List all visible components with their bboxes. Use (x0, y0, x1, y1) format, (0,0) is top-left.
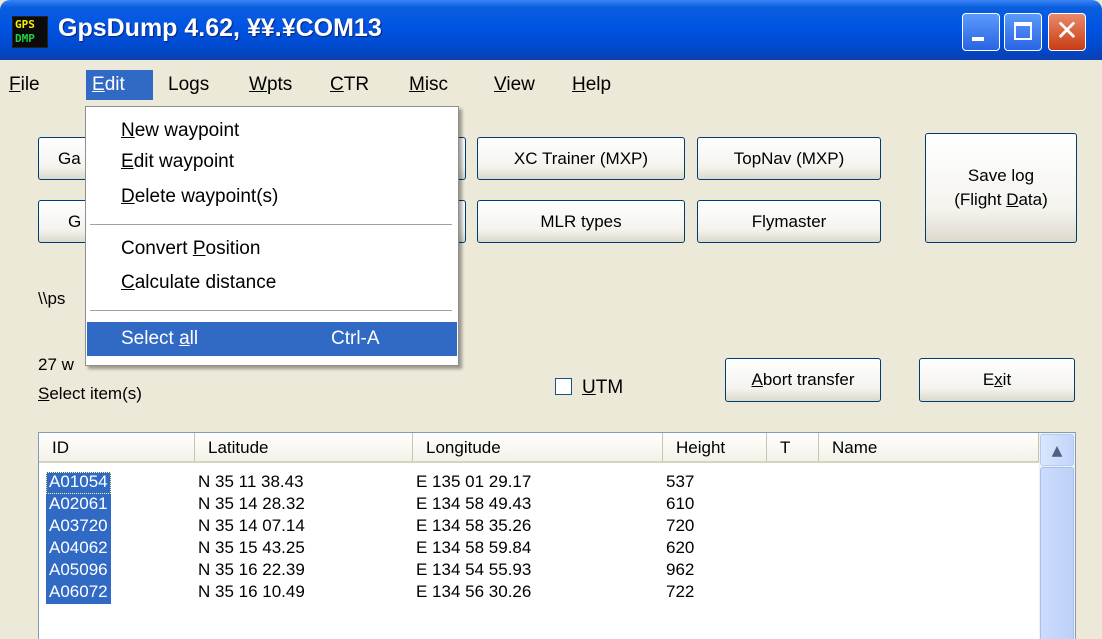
table-row[interactable]: A03720 N 35 14 07.14 E 134 58 35.26 720 (39, 516, 1039, 538)
close-icon: ✕ (1055, 14, 1079, 47)
exit-label: Exit (982, 370, 1012, 389)
exit-button[interactable]: Exit (919, 358, 1075, 402)
device-button-top-left-label: Ga (58, 148, 81, 168)
cell-latitude: N 35 14 07.14 (198, 516, 305, 535)
cell-latitude: N 35 16 10.49 (198, 582, 305, 601)
scroll-up-button[interactable]: ▲ (1040, 434, 1074, 466)
scroll-up-icon: ▲ (1051, 443, 1063, 459)
cell-latitude: N 35 15 43.25 (198, 538, 305, 557)
scrollbar-thumb[interactable] (1040, 467, 1074, 639)
column-header-name[interactable]: Name (819, 433, 1039, 463)
cell-id: A05096 (46, 560, 111, 582)
table-row[interactable]: A01054 N 35 11 38.43 E 135 01 29.17 537 (39, 472, 1039, 494)
cell-longitude: E 134 58 59.84 (416, 538, 532, 557)
save-log-label-line1: Save log (967, 166, 1035, 185)
app-icon-text-top: GPS (15, 18, 35, 31)
title-bar[interactable]: GPS DMP GpsDump 4.62, ¥¥.¥COM13 ✕ (0, 0, 1102, 60)
column-header-t[interactable]: T (767, 433, 819, 463)
cell-id: A02061 (46, 494, 111, 516)
menu-separator (90, 224, 452, 225)
column-header-height[interactable]: Height (663, 433, 767, 463)
cell-id: A01054 (46, 472, 111, 494)
edit-menu-dropdown: New waypoint Edit waypoint Delete waypoi… (85, 106, 459, 366)
cell-height: 962 (666, 560, 695, 579)
column-header-id[interactable]: ID (39, 433, 195, 463)
menu-item-edit-waypoint[interactable]: Edit waypoint (87, 145, 457, 179)
menu-edit[interactable]: Edit (86, 70, 153, 100)
cell-height: 720 (666, 516, 695, 535)
maximize-icon (1014, 22, 1032, 40)
app-icon-text-bottom: DMP (15, 32, 35, 45)
table-row[interactable]: A02061 N 35 14 28.32 E 134 58 49.43 610 (39, 494, 1039, 516)
cell-id: A06072 (46, 582, 111, 604)
waypoint-count-label: 27 w (38, 355, 74, 374)
menu-separator (90, 310, 452, 311)
menu-bar: File Edit Logs Wpts CTR Misc View Help (0, 60, 1102, 107)
select-items-label: Select item(s) (38, 384, 142, 403)
topnav-label: TopNav (MXP) (733, 148, 845, 168)
select-all-shortcut: Ctrl-A (331, 328, 380, 349)
menu-item-calculate-distance[interactable]: Calculate distance (87, 266, 457, 300)
cell-height: 537 (666, 472, 695, 491)
menu-logs[interactable]: Logs (162, 70, 215, 100)
xc-trainer-label: XC Trainer (MXP) (513, 148, 649, 168)
device-button-bottom-left-label: G (68, 211, 82, 231)
minimize-button[interactable] (962, 13, 1000, 51)
table-row[interactable]: A06072 N 35 16 10.49 E 134 56 30.26 722 (39, 582, 1039, 604)
column-header-longitude[interactable]: Longitude (413, 433, 663, 463)
cell-longitude: E 134 58 35.26 (416, 516, 532, 535)
abort-transfer-label: Abort transfer (751, 370, 855, 389)
cell-longitude: E 134 54 55.93 (416, 560, 532, 579)
cell-latitude: N 35 14 28.32 (198, 494, 305, 513)
abort-transfer-button[interactable]: Abort transfer (725, 358, 881, 402)
app-icon[interactable]: GPS DMP (12, 16, 48, 48)
column-header-latitude[interactable]: Latitude (195, 433, 413, 463)
utm-checkbox[interactable] (555, 378, 572, 395)
cell-latitude: N 35 16 22.39 (198, 560, 305, 579)
cell-latitude: N 35 11 38.43 (198, 472, 304, 491)
mlr-types-label: MLR types (540, 211, 622, 231)
maximize-button[interactable] (1004, 13, 1042, 51)
table-row[interactable]: A04062 N 35 15 43.25 E 134 58 59.84 620 (39, 538, 1039, 560)
close-button[interactable]: ✕ (1048, 13, 1086, 51)
minimize-icon (972, 37, 984, 41)
cell-id: A04062 (46, 538, 111, 560)
menu-item-delete-waypoints[interactable]: Delete waypoint(s) (87, 180, 457, 214)
topnav-button[interactable]: TopNav (MXP) (697, 137, 881, 180)
menu-help[interactable]: Help (566, 70, 617, 100)
mlr-types-button[interactable]: MLR types (477, 200, 685, 243)
list-header: ID Latitude Longitude Height T Name (39, 433, 1039, 465)
menu-item-convert-position[interactable]: Convert Position (87, 232, 457, 266)
waypoint-list[interactable]: ID Latitude Longitude Height T Name A010… (38, 432, 1076, 639)
vertical-scrollbar[interactable]: ▲ (1039, 433, 1075, 639)
table-row[interactable]: A05096 N 35 16 22.39 E 134 54 55.93 962 (39, 560, 1039, 582)
xc-trainer-button[interactable]: XC Trainer (MXP) (477, 137, 685, 180)
menu-item-new-waypoint[interactable]: New waypoint (87, 114, 457, 148)
cell-height: 610 (666, 494, 695, 513)
gpsdump-window: GPS DMP GpsDump 4.62, ¥¥.¥COM13 ✕ File E… (0, 0, 1102, 639)
utm-label[interactable]: UTM (582, 377, 623, 399)
cell-height: 620 (666, 538, 695, 557)
cell-height: 722 (666, 582, 695, 601)
menu-file[interactable]: File (3, 70, 46, 100)
port-path-label: \\ps (38, 289, 66, 308)
menu-wpts[interactable]: Wpts (243, 70, 298, 100)
window-title: GpsDump 4.62, ¥¥.¥COM13 (58, 14, 382, 42)
cell-longitude: E 134 58 49.43 (416, 494, 532, 513)
cell-longitude: E 135 01 29.17 (416, 472, 532, 491)
save-log-button[interactable]: Save log (Flight Data) (925, 133, 1077, 243)
cell-longitude: E 134 56 30.26 (416, 582, 532, 601)
menu-ctr[interactable]: CTR (324, 70, 375, 100)
cell-id: A03720 (46, 516, 111, 538)
menu-misc[interactable]: Misc (403, 70, 454, 100)
flymaster-button[interactable]: Flymaster (697, 200, 881, 243)
menu-item-select-all[interactable]: Select all Ctrl-A (87, 322, 457, 356)
flymaster-label: Flymaster (751, 211, 827, 231)
menu-view[interactable]: View (488, 70, 541, 100)
save-log-label-line2: (Flight Data) (954, 190, 1048, 209)
